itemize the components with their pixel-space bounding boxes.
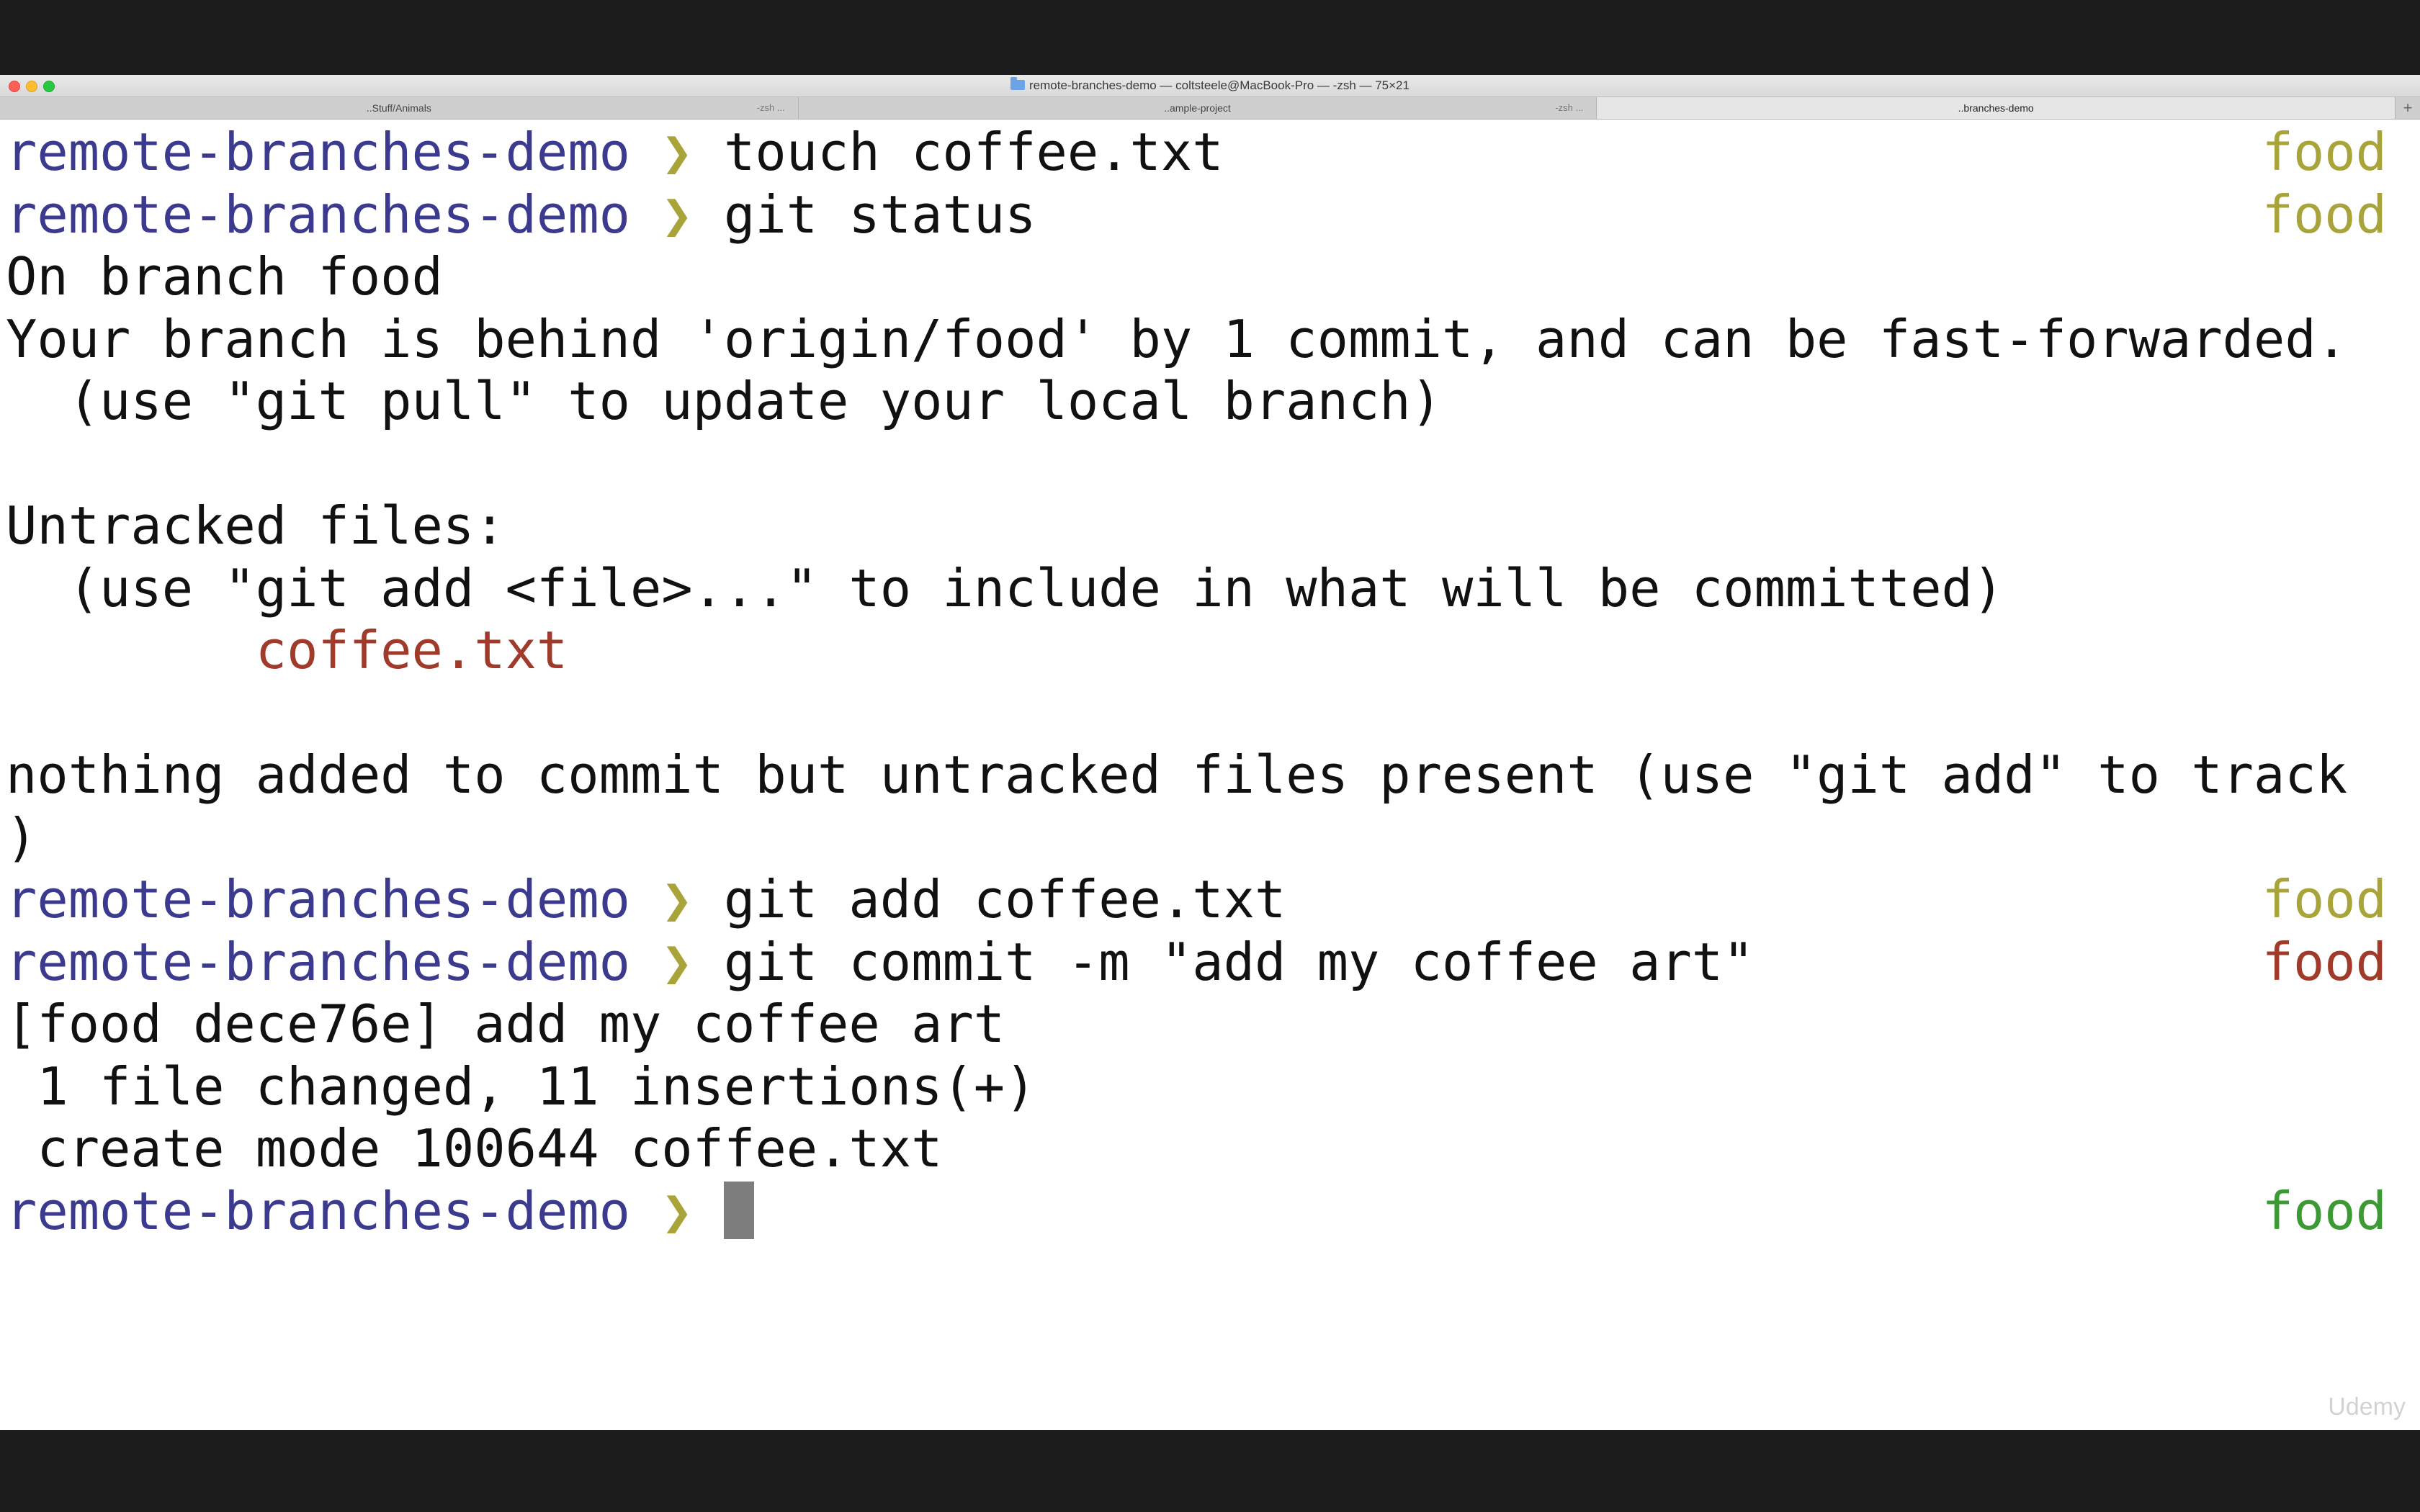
prompt-directory: remote-branches-demo: [6, 122, 630, 182]
window-title: remote-branches-demo — coltsteele@MacBoo…: [0, 77, 2420, 93]
command-text: git status: [724, 184, 1036, 245]
prompt-directory: remote-branches-demo: [6, 1180, 630, 1241]
prompt-directory: remote-branches-demo: [6, 931, 630, 992]
tab-label: ..Stuff/Animals: [366, 102, 431, 114]
command-text: git commit -m "add my coffee art": [724, 931, 1754, 992]
output-text: [food dece76e] add my coffee art: [6, 994, 1005, 1054]
text-cursor[interactable]: [724, 1181, 755, 1239]
tab-process: -zsh ...: [1555, 102, 1584, 113]
output-line: On branch food: [6, 246, 2411, 308]
tab-process: -zsh ...: [756, 102, 785, 113]
top-letterbox: [0, 0, 2420, 75]
prompt-chevron-icon: ❯: [661, 869, 693, 930]
tab-label: ..ample-project: [1164, 102, 1231, 114]
output-text: 1 file changed, 11 insertions(+): [6, 1056, 1036, 1117]
prompt-chevron-icon: ❯: [661, 931, 693, 992]
output-line: Untracked files:: [6, 495, 2411, 557]
output-line: create mode 100644 coffee.txt: [6, 1117, 2411, 1180]
new-tab-button[interactable]: +: [2396, 97, 2420, 119]
prompt-line: remote-branches-demo ❯ touch coffee.txt f…: [6, 121, 2411, 184]
prompt-line-current: remote-branches-demo ❯ food: [6, 1180, 2411, 1243]
output-text: Untracked files:: [6, 495, 506, 556]
output-text: (use "git add <file>..." to include in w…: [6, 557, 2004, 618]
prompt-line: remote-branches-demo ❯ git commit -m "ad…: [6, 931, 2411, 994]
title-bar[interactable]: remote-branches-demo — coltsteele@MacBoo…: [0, 75, 2420, 97]
output-text: nothing added to commit but untracked fi…: [6, 744, 2348, 805]
bottom-letterbox: [0, 1430, 2420, 1512]
output-line: ): [6, 806, 2411, 869]
prompt-line: remote-branches-demo ❯ git status food: [6, 184, 2411, 246]
output-text: ): [6, 806, 37, 868]
tab-stuff-animals[interactable]: ..Stuff/Animals -zsh ...: [0, 97, 799, 119]
terminal-output[interactable]: remote-branches-demo ❯ touch coffee.txt f…: [6, 121, 2411, 1424]
window-title-text: remote-branches-demo — coltsteele@MacBoo…: [1029, 78, 1410, 92]
untracked-file-name: coffee.txt: [6, 620, 568, 680]
watermark: Udemy: [2328, 1393, 2406, 1421]
tab-label: ..branches-demo: [1958, 102, 2034, 114]
git-branch-indicator: food: [2262, 1180, 2387, 1241]
terminal-window: remote-branches-demo — coltsteele@MacBoo…: [0, 75, 2420, 1430]
command-text: touch coffee.txt: [724, 122, 1224, 182]
output-text: create mode 100644 coffee.txt: [6, 1118, 943, 1179]
git-branch-indicator: food: [2262, 931, 2387, 992]
git-branch-indicator: food: [2262, 184, 2387, 245]
git-branch-indicator: food: [2262, 869, 2387, 930]
prompt-directory: remote-branches-demo: [6, 184, 630, 245]
tab-ample-project[interactable]: ..ample-project -zsh ...: [799, 97, 1597, 119]
tab-branches-demo[interactable]: ..branches-demo: [1597, 97, 2396, 119]
output-text: On branch food: [6, 246, 443, 307]
prompt-directory: remote-branches-demo: [6, 869, 630, 930]
output-line: [food dece76e] add my coffee art: [6, 993, 2411, 1056]
output-line: Your branch is behind 'origin/food' by 1…: [6, 308, 2411, 371]
folder-icon: [1010, 77, 1026, 90]
tab-bar: ..Stuff/Animals -zsh ... ..ample-project…: [0, 97, 2420, 120]
output-line: (use "git pull" to update your local bra…: [6, 370, 2411, 433]
output-line: (use "git add <file>..." to include in w…: [6, 557, 2411, 620]
output-text: (use "git pull" to update your local bra…: [6, 371, 1442, 431]
prompt-chevron-icon: ❯: [661, 1180, 693, 1241]
prompt-chevron-icon: ❯: [661, 122, 693, 182]
output-line: 1 file changed, 11 insertions(+): [6, 1056, 2411, 1118]
git-branch-indicator: food: [2262, 122, 2387, 182]
output-line: nothing added to commit but untracked fi…: [6, 744, 2411, 806]
output-text: Your branch is behind 'origin/food' by 1…: [6, 308, 2348, 369]
command-text: git add coffee.txt: [724, 869, 1286, 930]
untracked-file-line: coffee.txt: [6, 619, 2411, 682]
prompt-line: remote-branches-demo ❯ git add coffee.tx…: [6, 868, 2411, 931]
prompt-chevron-icon: ❯: [661, 184, 693, 245]
